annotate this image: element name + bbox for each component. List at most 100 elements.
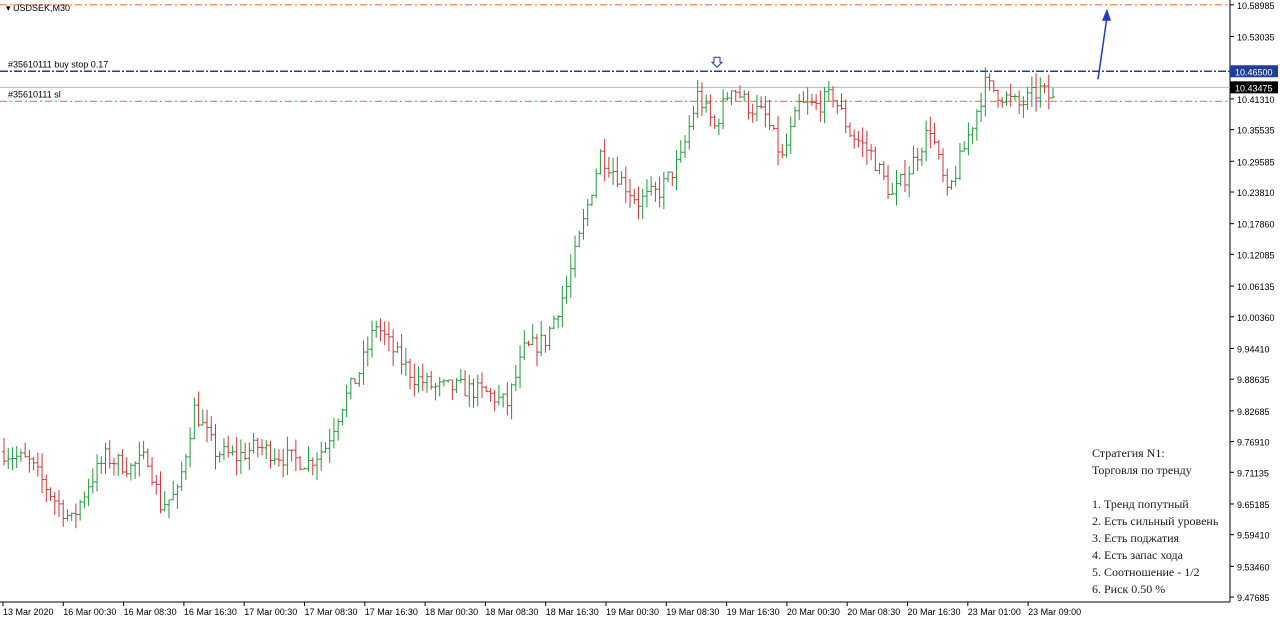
candle [120, 449, 125, 475]
candle [649, 176, 654, 196]
price-chart: 10.58985 10.53035 10.46500 10.43475 10.41310… [0, 0, 1278, 617]
candle [116, 453, 121, 476]
candle [433, 382, 438, 401]
candle [293, 439, 298, 472]
candle [560, 285, 565, 328]
candle [281, 448, 286, 478]
candle [843, 99, 848, 134]
candle [61, 499, 66, 527]
candle [1000, 96, 1005, 108]
candle [319, 441, 324, 471]
candle [754, 94, 759, 122]
candle [171, 480, 176, 501]
candle [801, 91, 806, 103]
time-tick-label: 19 Mar 08:30 [666, 607, 719, 617]
candle [391, 329, 396, 367]
candle [23, 442, 28, 458]
candle [475, 374, 480, 407]
candle [623, 166, 628, 203]
candle [881, 161, 886, 181]
candle [1042, 83, 1047, 94]
candle [539, 320, 544, 357]
candle [124, 457, 129, 478]
candle [860, 127, 865, 158]
candle [484, 385, 489, 393]
candle [941, 148, 946, 183]
candle [1012, 93, 1017, 101]
price-tick-label: 10.41310 [1237, 95, 1275, 105]
candle [331, 417, 336, 449]
arrow-head-icon [1102, 8, 1111, 21]
candle [492, 389, 497, 412]
candle [666, 171, 671, 183]
candle [695, 79, 700, 118]
candle [6, 448, 11, 469]
candle [226, 435, 231, 458]
time-tick-label: 17 Mar 00:30 [244, 607, 297, 617]
candle [145, 448, 150, 468]
candle [196, 391, 201, 427]
candle [814, 94, 819, 110]
candle [471, 378, 476, 409]
candle [86, 478, 91, 507]
candle [640, 188, 645, 220]
candle [289, 449, 294, 462]
candle [628, 178, 633, 208]
candle [1021, 96, 1026, 119]
candle [285, 436, 290, 476]
time-tick-label: 20 Mar 16:30 [908, 607, 961, 617]
candle [970, 127, 975, 145]
price-tick-label: 9.88635 [1237, 375, 1270, 385]
candle [488, 388, 493, 402]
symbol-label: ▾ USDSEK,M30 [6, 3, 70, 13]
candle [979, 92, 984, 123]
candle [183, 453, 188, 481]
candle [602, 138, 607, 182]
candle [729, 90, 734, 106]
candle [158, 471, 163, 514]
candle [818, 90, 823, 122]
candle [361, 340, 366, 385]
candle [894, 170, 899, 206]
candle [902, 159, 907, 193]
time-tick-label: 18 Mar 00:30 [425, 607, 478, 617]
candle [1025, 86, 1030, 110]
candle [268, 440, 273, 469]
candle [1017, 90, 1022, 114]
candle [877, 162, 882, 175]
candle [221, 438, 226, 460]
candle [644, 179, 649, 208]
candle [420, 363, 425, 391]
candle [302, 467, 307, 470]
candle [1034, 73, 1039, 112]
candle [416, 366, 421, 393]
candle [957, 143, 962, 181]
candle [636, 186, 641, 220]
time-tick-label: 20 Mar 08:30 [847, 607, 900, 617]
candle [496, 385, 501, 406]
candle [522, 330, 527, 360]
candle [598, 149, 603, 175]
candle [52, 492, 57, 515]
candle [200, 409, 205, 426]
candle [611, 157, 616, 185]
time-tick-label: 18 Mar 16:30 [546, 607, 599, 617]
time-tick-label: 23 Mar 01:00 [968, 607, 1021, 617]
candle [547, 326, 552, 351]
candle [133, 461, 138, 479]
candle [1004, 91, 1009, 106]
candle [915, 148, 920, 172]
candle [264, 439, 269, 459]
candle [247, 442, 252, 470]
candle [771, 125, 776, 131]
candle [509, 383, 514, 420]
candle [31, 457, 36, 471]
candle [141, 440, 146, 460]
candle [792, 106, 797, 128]
candle [657, 176, 662, 208]
candle [797, 93, 802, 120]
candle [716, 118, 721, 136]
candle [788, 116, 793, 154]
time-axis: 13 Mar 2020 16 Mar 00:30 16 Mar 08:30 16 Ma… [2, 602, 1081, 617]
candle [234, 437, 239, 476]
